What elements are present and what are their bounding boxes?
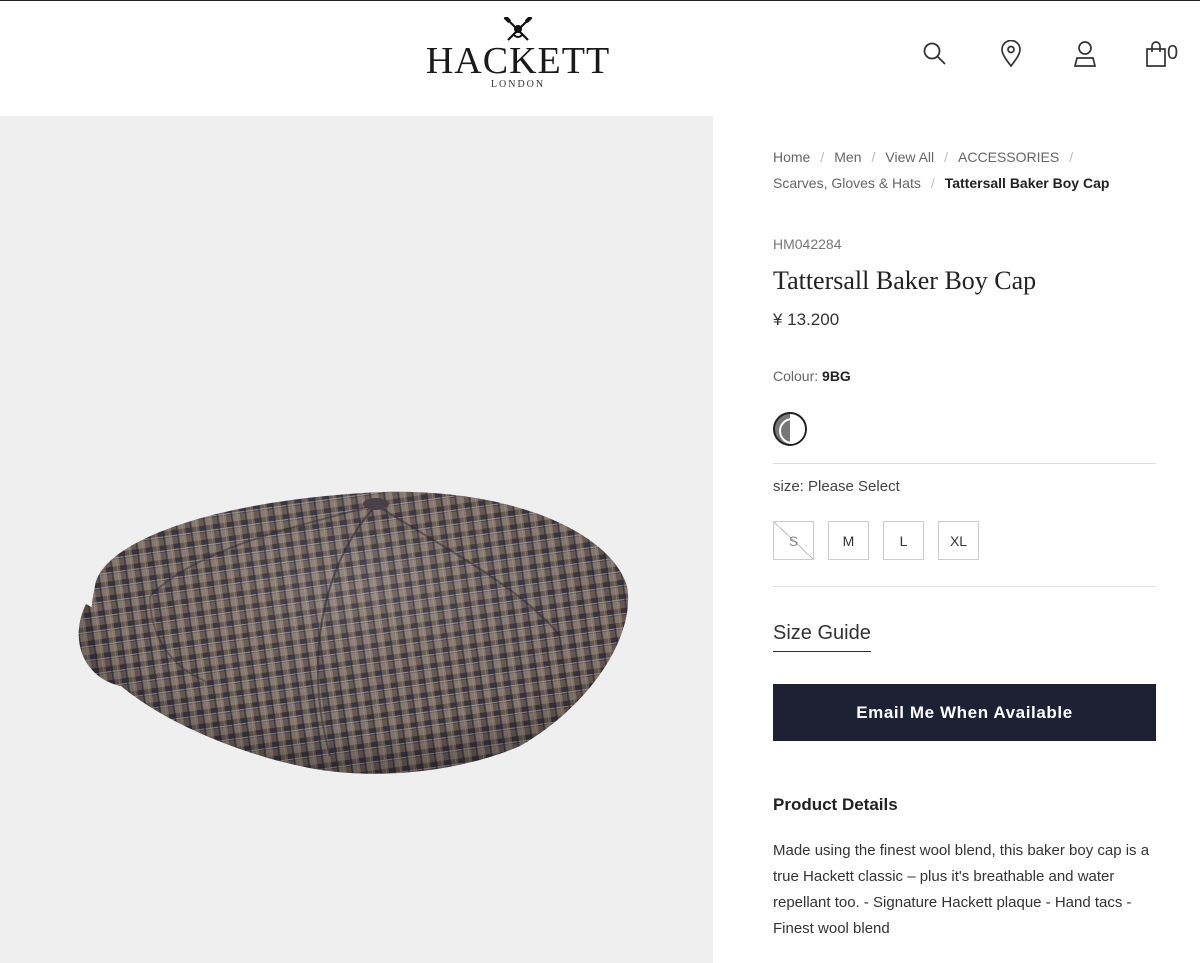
breadcrumb-current: Tattersall Baker Boy Cap (944, 175, 1110, 191)
breadcrumb-scarves-gloves-hats[interactable]: Scarves, Gloves & Hats (773, 175, 921, 191)
breadcrumb-separator: / (944, 149, 949, 165)
colour-label-text: Colour: (773, 368, 819, 384)
size-option-m[interactable]: M (828, 521, 869, 560)
breadcrumb-separator: / (820, 149, 825, 165)
shopping-bag-button[interactable]: 0 (1145, 39, 1189, 69)
colour-label: Colour: 9BG (773, 368, 851, 384)
breadcrumb-men[interactable]: Men (834, 149, 861, 165)
product-info-panel: Home / Men / View All / ACCESSORIES / Scarves, G… (713, 116, 1200, 963)
email-me-when-available-button[interactable]: Email Me When Available (773, 684, 1156, 741)
bag-count: 0 (1167, 42, 1179, 64)
size-option-xl[interactable]: XL (938, 521, 979, 560)
product-details-text: Made using the finest wool blend, this b… (773, 842, 1150, 937)
breadcrumb: Home / Men / View All / ACCESSORIES / Scarves, G… (773, 144, 1153, 196)
product-title: Tattersall Baker Boy Cap (773, 266, 1037, 295)
search-icon (923, 42, 946, 65)
size-label: size: Please Select (773, 478, 900, 495)
product-image-tattersall-cap (78, 491, 629, 774)
product-image-panel[interactable] (0, 116, 713, 963)
breadcrumb-separator: / (871, 149, 876, 165)
divider (773, 586, 1156, 587)
account-icon (1073, 41, 1097, 67)
breadcrumb-separator: / (1069, 149, 1074, 165)
brand-logo[interactable]: HACKETT LONDON (420, 17, 616, 90)
breadcrumb-home[interactable]: Home (773, 149, 810, 165)
breadcrumb-accessories[interactable]: ACCESSORIES (958, 149, 1059, 165)
brand-name: HACKETT (425, 40, 611, 82)
colour-swatch-9bg[interactable] (773, 412, 807, 446)
search-button[interactable] (920, 39, 950, 69)
breadcrumb-separator: / (930, 175, 935, 191)
location-pin-icon (1001, 40, 1021, 68)
size-options: S M L XL (773, 521, 979, 560)
breadcrumb-view-all[interactable]: View All (885, 149, 934, 165)
site-header: HACKETT LONDON 0 (0, 0, 1200, 116)
store-locator-button[interactable] (996, 39, 1026, 69)
size-guide-link[interactable]: Size Guide (773, 622, 871, 652)
divider (773, 463, 1156, 464)
product-details-heading: Product Details (773, 795, 898, 814)
account-button[interactable] (1070, 39, 1100, 69)
product-price: ¥ 13.200 (773, 310, 840, 329)
shopping-bag-icon (1146, 41, 1166, 67)
size-option-s[interactable]: S (773, 521, 814, 560)
product-sku: HM042284 (773, 236, 842, 252)
colour-value: 9BG (822, 368, 851, 384)
size-option-l[interactable]: L (883, 521, 924, 560)
